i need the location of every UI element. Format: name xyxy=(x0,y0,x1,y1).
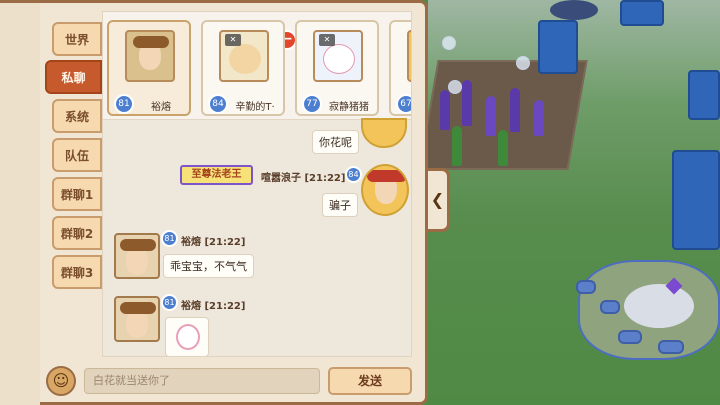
avatar[interactable] xyxy=(361,118,407,148)
tab-system[interactable]: 系统 xyxy=(52,99,102,133)
level-badge: 84 xyxy=(345,166,362,183)
avatar xyxy=(407,30,411,82)
level-badge: 77 xyxy=(302,94,322,114)
contacts-bar[interactable]: 81 裕熔 − ✕ 84 辛勤的T· ✕ 77 寂静猪猪 67 xyxy=(103,12,411,120)
sender-name: 喧嚣浪子 [21:22] xyxy=(261,173,346,184)
chat-area[interactable]: 81 裕熔 − ✕ 84 辛勤的T· ✕ 77 寂静猪猪 67 你花呢 至尊法老… xyxy=(102,11,412,357)
crop xyxy=(462,80,472,126)
mute-icon: ✕ xyxy=(319,34,335,46)
cauldron xyxy=(550,0,598,20)
level-badge: 67 xyxy=(396,94,411,114)
level-badge: 84 xyxy=(208,94,228,114)
game-world[interactable] xyxy=(428,0,720,405)
bubble-icon xyxy=(442,36,456,50)
crop xyxy=(534,100,544,136)
contact-card[interactable]: ✕ 77 寂静猪猪 xyxy=(295,20,379,116)
chat-panel: 世界 私聊 系统 队伍 群聊1 群聊2 群聊3 81 裕熔 − ✕ 84 辛勤的… xyxy=(0,0,428,405)
message-bubble: 乖宝宝，不气气 xyxy=(163,254,254,278)
crop xyxy=(486,96,496,136)
collapse-panel-button[interactable]: ❮ xyxy=(428,168,450,232)
contact-card[interactable]: 67 xyxy=(389,20,411,116)
message-bubble: 你花呢 xyxy=(312,130,359,154)
avatar xyxy=(125,30,175,82)
crop xyxy=(510,88,520,132)
avatar[interactable] xyxy=(114,296,160,342)
send-button[interactable]: 发送 xyxy=(328,367,412,395)
level-badge: 81 xyxy=(161,294,178,311)
chat-input-row: ☺ 白花就当送你了 发送 xyxy=(40,363,428,405)
chat-input[interactable]: 白花就当送你了 xyxy=(84,368,320,394)
stone xyxy=(658,340,684,354)
mute-icon: ✕ xyxy=(225,34,241,46)
level-badge: 81 xyxy=(161,230,178,247)
crop xyxy=(440,90,450,130)
contact-name: 辛勤的T· xyxy=(235,102,275,113)
crystal-mound xyxy=(624,284,694,328)
tab-group-1[interactable]: 群聊1 xyxy=(52,177,102,211)
stone xyxy=(576,280,596,294)
blue-tower xyxy=(538,20,578,74)
tab-team[interactable]: 队伍 xyxy=(52,138,102,172)
blue-tower xyxy=(688,70,720,120)
stone xyxy=(618,330,642,344)
contact-name: 裕熔 xyxy=(151,102,171,113)
sender-name: 裕熔 [21:22] xyxy=(181,301,246,312)
title-badge: 至尊法老王 xyxy=(180,165,253,185)
emoji-icon[interactable]: ☺ xyxy=(46,366,76,396)
tab-private-chat[interactable]: 私聊 xyxy=(45,60,102,94)
crop xyxy=(498,130,508,166)
avatar[interactable] xyxy=(114,233,160,279)
contact-card[interactable]: 81 裕熔 xyxy=(107,20,191,116)
blue-tower xyxy=(672,150,720,250)
panel-edge xyxy=(0,3,40,405)
tab-group-3[interactable]: 群聊3 xyxy=(52,255,102,289)
stone xyxy=(600,300,620,314)
contact-name: 寂静猪猪 xyxy=(329,102,369,113)
tab-world[interactable]: 世界 xyxy=(52,22,102,56)
avatar[interactable] xyxy=(361,164,409,216)
tab-group-2[interactable]: 群聊2 xyxy=(52,216,102,250)
blue-tower xyxy=(620,0,664,26)
sender-name: 裕熔 [21:22] xyxy=(181,237,246,248)
level-badge: 81 xyxy=(114,94,134,114)
crop xyxy=(452,126,462,166)
bubble-icon xyxy=(448,80,462,94)
bubble-icon xyxy=(516,56,530,70)
contact-card[interactable]: ✕ 84 辛勤的T· xyxy=(201,20,285,116)
sticker-message[interactable] xyxy=(165,317,209,356)
message-bubble: 骗子 xyxy=(322,193,358,217)
